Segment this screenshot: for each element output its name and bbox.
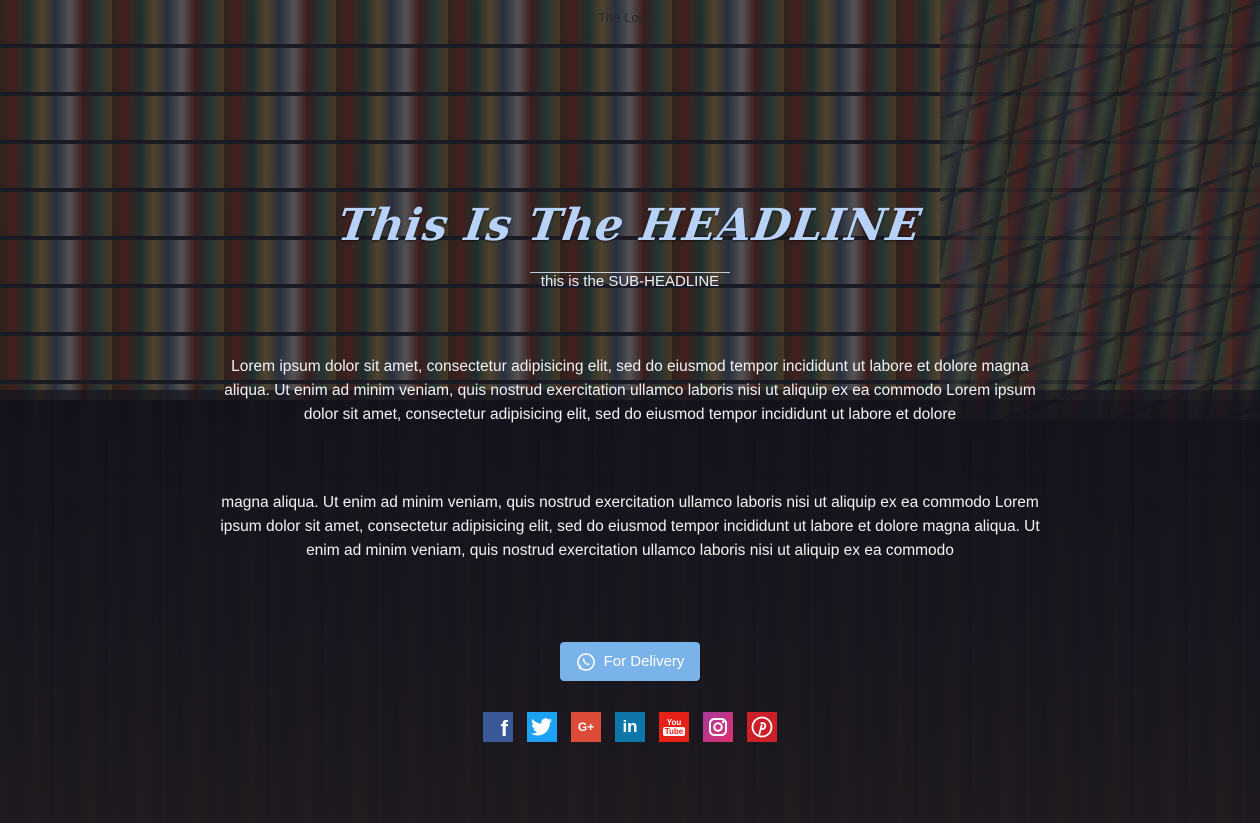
social-links: f G+ in You Tube bbox=[483, 712, 777, 742]
body-paragraph-1: Lorem ipsum dolor sit amet, consectetur … bbox=[224, 358, 1036, 423]
delivery-button-label: For Delivery bbox=[603, 653, 685, 670]
body-paragraph-2: magna aliqua. Ut enim ad minim veniam, q… bbox=[220, 494, 1040, 559]
whatsapp-icon bbox=[576, 652, 596, 672]
delivery-button[interactable]: For Delivery bbox=[560, 642, 700, 681]
facebook-icon[interactable]: f bbox=[483, 712, 513, 742]
logo[interactable]: The Logo bbox=[598, 10, 653, 25]
linkedin-icon[interactable]: in bbox=[615, 712, 645, 742]
google-plus-icon[interactable]: G+ bbox=[571, 712, 601, 742]
instagram-icon[interactable] bbox=[703, 712, 733, 742]
subheadline: this is the SUB-HEADLINE bbox=[540, 273, 720, 290]
pinterest-icon[interactable] bbox=[747, 712, 777, 742]
headline: This Is The HEADLINE bbox=[334, 200, 926, 251]
youtube-icon[interactable]: You Tube bbox=[659, 712, 689, 742]
landing-page: The Logo This Is The HEADLINE this is th… bbox=[0, 0, 1260, 823]
twitter-icon[interactable] bbox=[527, 712, 557, 742]
